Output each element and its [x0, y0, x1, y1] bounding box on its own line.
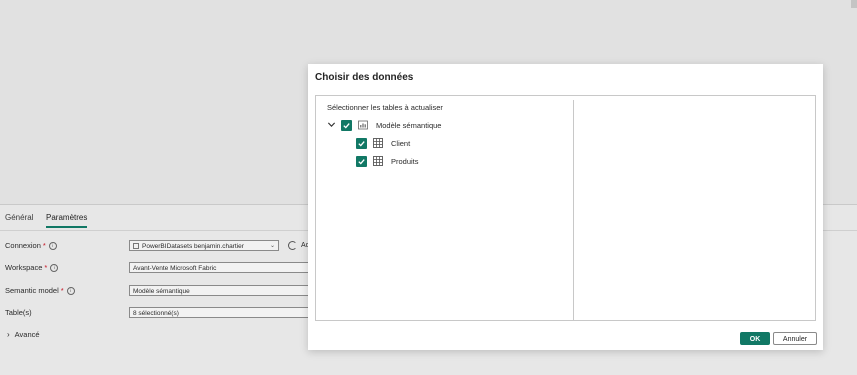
tree-item-client[interactable]: Client [356, 137, 410, 149]
connection-label: Connexion * i [5, 241, 57, 250]
tree-item-semantic-model[interactable]: Modèle sémantique [327, 119, 441, 131]
semantic-model-label: Semantic model * i [5, 286, 75, 295]
semantic-model-dropdown[interactable]: Modèle sémantique [129, 285, 309, 296]
dialog-content-panel: Sélectionner les tables à actualiser Mod… [315, 95, 816, 321]
tab-general[interactable]: Général [5, 213, 33, 222]
checkbox-checked[interactable] [356, 137, 367, 149]
tables-label: Table(s) [5, 308, 32, 317]
tab-parameters[interactable]: Paramètres [46, 213, 88, 228]
tree-item-produits[interactable]: Produits [356, 155, 419, 167]
tables-selector[interactable]: 8 sélectionné(s) [129, 307, 309, 318]
tree-item-label: Client [391, 138, 411, 148]
table-icon [373, 156, 383, 166]
scrollbar-corner [851, 0, 857, 8]
chevron-right-icon: › [7, 330, 10, 339]
cancel-button[interactable]: Annuler [773, 332, 817, 345]
choose-data-dialog: Choisir des données Sélectionner les tab… [308, 64, 823, 350]
tree-item-label: Modèle sémantique [376, 120, 442, 130]
info-icon[interactable]: i [66, 287, 75, 295]
workspace-label: Workspace * i [5, 263, 59, 272]
workspace-dropdown[interactable]: Avant-Vente Microsoft Fabric [129, 262, 309, 273]
semantic-model-icon [358, 120, 368, 130]
checkbox-checked[interactable] [341, 119, 352, 131]
tree-item-label: Produits [391, 156, 419, 166]
dialog-title: Choisir des données [315, 72, 414, 83]
chevron-down-icon: ⌄ [269, 243, 275, 249]
connection-icon [133, 243, 139, 249]
ok-button[interactable]: OK [740, 332, 770, 345]
section-label: Sélectionner les tables à actualiser [327, 103, 443, 112]
checkbox-checked[interactable] [356, 155, 367, 167]
panel-divider [573, 100, 574, 320]
info-icon[interactable]: i [48, 242, 57, 250]
connection-dropdown[interactable]: PowerBIDatasets benjamin.chartier ⌄ [129, 240, 279, 251]
info-icon[interactable]: i [50, 264, 59, 272]
chevron-down-icon[interactable] [327, 120, 336, 131]
advanced-toggle[interactable]: › Avancé [7, 330, 40, 339]
refresh-icon[interactable] [288, 241, 297, 250]
table-icon [373, 138, 383, 148]
